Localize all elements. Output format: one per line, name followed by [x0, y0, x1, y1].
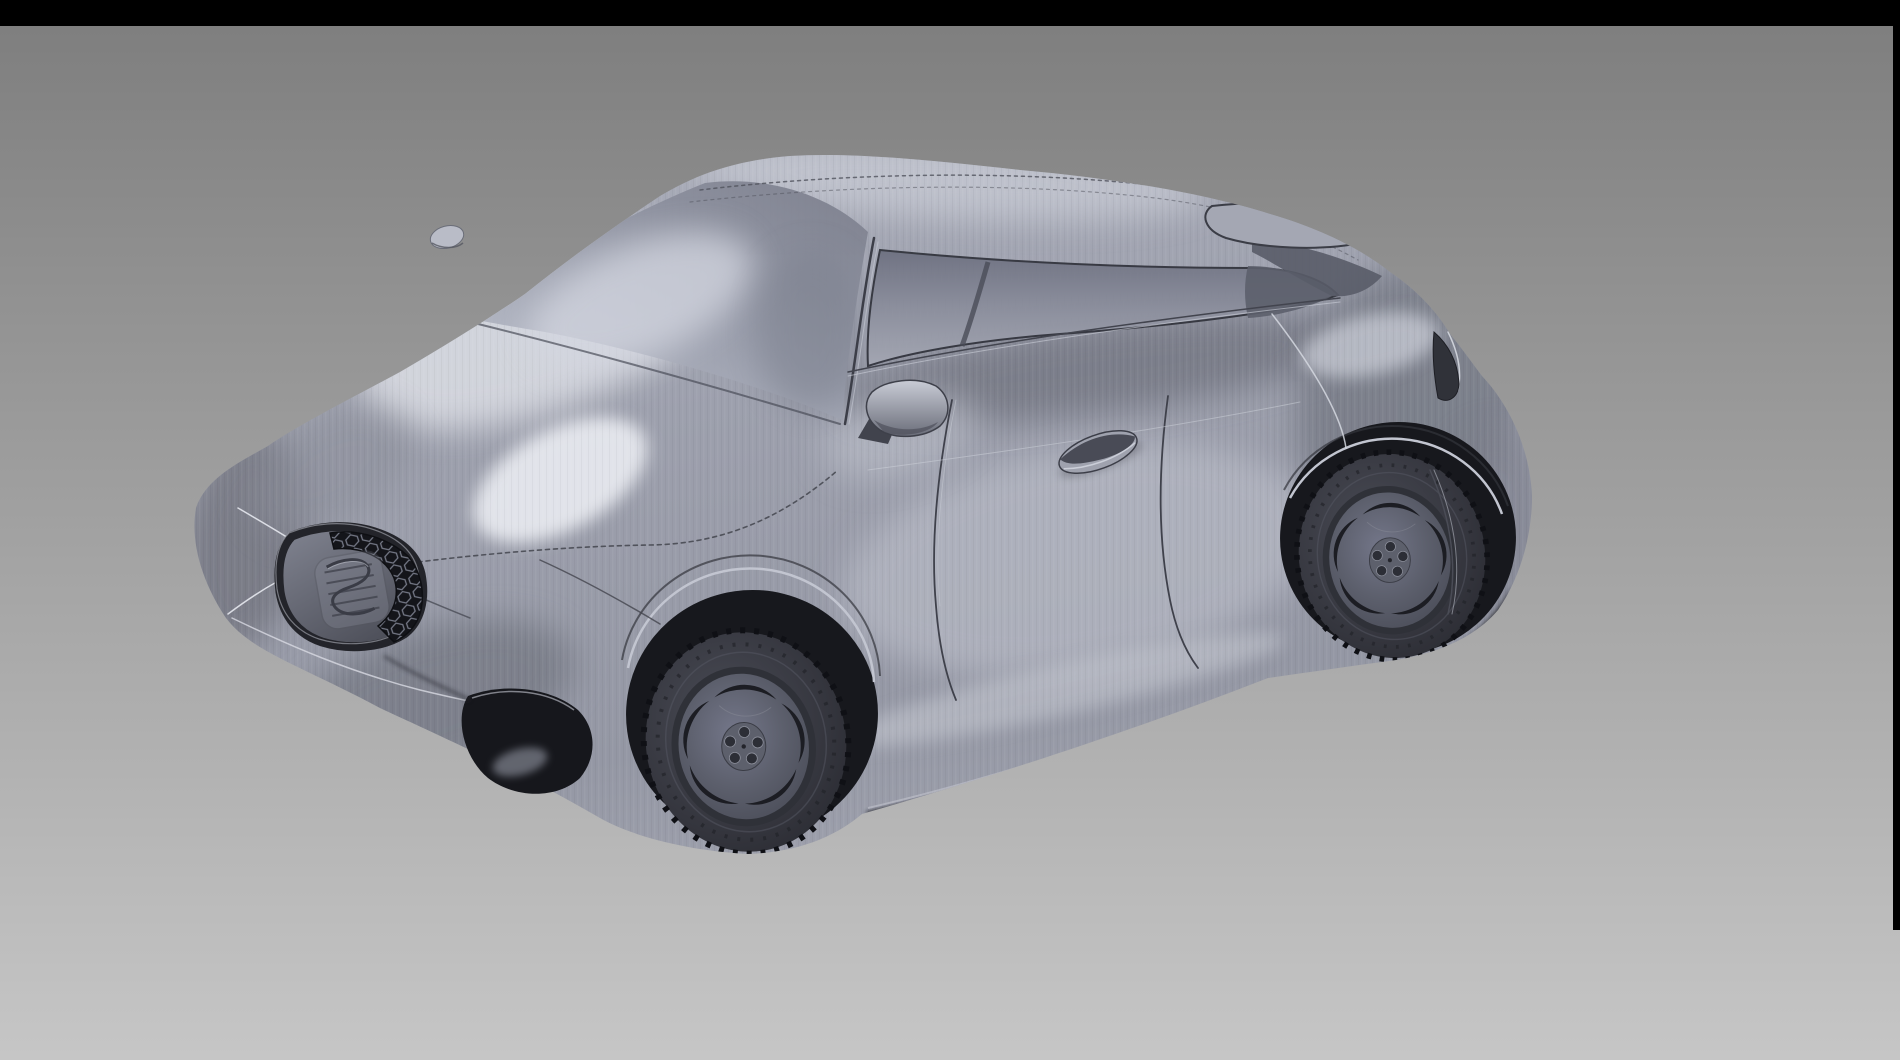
letterbox-right-bar: [1893, 26, 1900, 930]
front-grille: [276, 524, 423, 647]
seat-badge-icon: [312, 549, 391, 632]
letterbox-top-bar: [0, 0, 1900, 26]
viewport-canvas[interactable]: [0, 0, 1900, 1060]
windshield-shade: [755, 250, 865, 410]
render-viewport: [0, 0, 1900, 1060]
